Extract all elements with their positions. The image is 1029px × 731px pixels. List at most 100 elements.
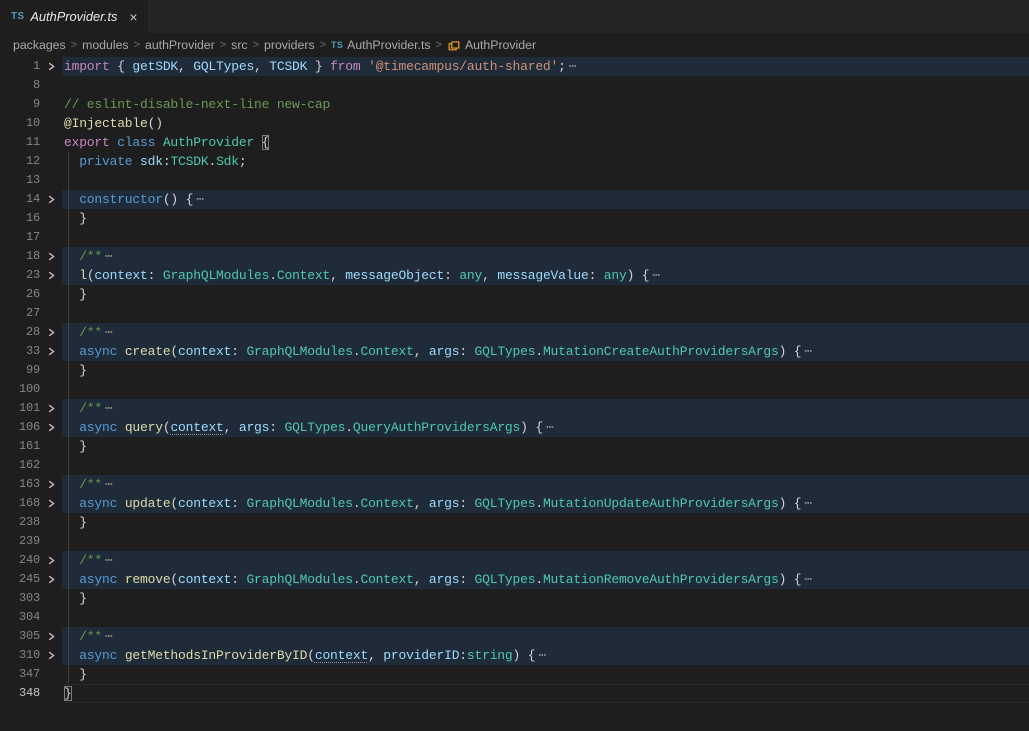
gutter-spacer: [40, 608, 62, 627]
code-text[interactable]: }: [62, 684, 1029, 703]
code-text[interactable]: async query(context, args: GQLTypes.Quer…: [62, 418, 1029, 437]
token: [64, 496, 79, 511]
vscode-window: TS AuthProvider.ts × packages > modules > au…: [0, 0, 1029, 731]
code-text[interactable]: }: [62, 513, 1029, 532]
line-number: 310: [0, 646, 40, 665]
code-text[interactable]: /**⋯: [62, 475, 1029, 494]
gutter-spacer: [40, 513, 62, 532]
breadcrumb-item-src[interactable]: src: [231, 38, 247, 52]
code-line-303: 303 }: [0, 589, 1029, 608]
close-icon[interactable]: ×: [129, 10, 137, 24]
code-text[interactable]: [62, 304, 1029, 323]
fold-chevron-icon[interactable]: [40, 570, 62, 589]
token: ) {: [627, 268, 650, 283]
breadcrumb-item-providers[interactable]: providers: [264, 38, 315, 52]
fold-chevron-icon[interactable]: [40, 190, 62, 209]
breadcrumb-item-packages[interactable]: packages: [13, 38, 66, 52]
line-number: 13: [0, 171, 40, 190]
fold-chevron-icon[interactable]: [40, 399, 62, 418]
code-line-238: 238 }: [0, 513, 1029, 532]
token: MutationRemoveAuthProvidersArgs: [543, 572, 779, 587]
token: .: [535, 344, 543, 359]
line-number: 11: [0, 133, 40, 152]
code-text[interactable]: /**⋯: [62, 323, 1029, 342]
token: :: [231, 496, 246, 511]
fold-chevron-icon[interactable]: [40, 475, 62, 494]
breadcrumb-item-authprovider[interactable]: authProvider: [145, 38, 215, 52]
token: (: [170, 496, 178, 511]
token: /**: [79, 477, 102, 492]
gutter-spacer: [40, 95, 62, 114]
token: }: [64, 667, 87, 682]
fold-chevron-icon[interactable]: [40, 418, 62, 437]
code-text[interactable]: async update(context: GraphQLModules.Con…: [62, 494, 1029, 513]
code-text[interactable]: import { getSDK, GQLTypes, TCSDK } from …: [62, 57, 1029, 76]
token: :: [148, 268, 163, 283]
fold-chevron-icon[interactable]: [40, 247, 62, 266]
code-text[interactable]: [62, 456, 1029, 475]
fold-chevron-icon[interactable]: [40, 494, 62, 513]
code-line-99: 99 }: [0, 361, 1029, 380]
typescript-file-icon: TS: [11, 11, 24, 22]
code-text[interactable]: // eslint-disable-next-line new-cap: [62, 95, 1029, 114]
code-text[interactable]: @Injectable(): [62, 114, 1029, 133]
code-line-106: 106 async query(context, args: GQLTypes.…: [0, 418, 1029, 437]
code-text[interactable]: [62, 76, 1029, 95]
token: :: [231, 344, 246, 359]
breadcrumb-separator-icon: >: [71, 39, 77, 51]
code-text[interactable]: private sdk:TCSDK.Sdk;: [62, 152, 1029, 171]
code-text[interactable]: [62, 171, 1029, 190]
token: ⋯: [538, 648, 546, 663]
code-text[interactable]: }: [62, 589, 1029, 608]
code-text[interactable]: }: [62, 665, 1029, 684]
code-text[interactable]: [62, 608, 1029, 627]
token: /**: [79, 629, 102, 644]
code-text[interactable]: [62, 532, 1029, 551]
fold-chevron-icon[interactable]: [40, 627, 62, 646]
breadcrumb-separator-icon: >: [320, 39, 326, 51]
token: TCSDK: [269, 59, 307, 74]
code-editor[interactable]: 1import { getSDK, GQLTypes, TCSDK } from…: [0, 57, 1029, 731]
breadcrumb-item-authprovider[interactable]: AuthProvider: [447, 38, 536, 52]
code-text[interactable]: }: [62, 209, 1029, 228]
code-text[interactable]: /**⋯: [62, 399, 1029, 418]
code-text[interactable]: /**⋯: [62, 247, 1029, 266]
fold-chevron-icon[interactable]: [40, 323, 62, 342]
code-text[interactable]: [62, 228, 1029, 247]
line-number: 26: [0, 285, 40, 304]
token: }: [64, 515, 87, 530]
code-text[interactable]: /**⋯: [62, 551, 1029, 570]
token: [64, 249, 79, 264]
matched-bracket: {: [262, 135, 270, 150]
breadcrumb-item-modules[interactable]: modules: [82, 38, 128, 52]
token: context: [170, 420, 223, 435]
code-text[interactable]: async getMethodsInProviderByID(context, …: [62, 646, 1029, 665]
code-text[interactable]: }: [62, 437, 1029, 456]
fold-chevron-icon[interactable]: [40, 57, 62, 76]
code-line-310: 310 async getMethodsInProviderByID(conte…: [0, 646, 1029, 665]
code-text[interactable]: async create(context: GraphQLModules.Con…: [62, 342, 1029, 361]
gutter-spacer: [40, 114, 62, 133]
fold-chevron-icon[interactable]: [40, 646, 62, 665]
code-line-163: 163 /**⋯: [0, 475, 1029, 494]
fold-chevron-icon[interactable]: [40, 551, 62, 570]
code-text[interactable]: }: [62, 361, 1029, 380]
token: string: [467, 648, 513, 663]
line-number: 23: [0, 266, 40, 285]
code-text[interactable]: [62, 380, 1029, 399]
token: () {: [163, 192, 193, 207]
token: sdk: [140, 154, 163, 169]
code-line-168: 168 async update(context: GraphQLModules…: [0, 494, 1029, 513]
fold-chevron-icon[interactable]: [40, 342, 62, 361]
token: (: [170, 344, 178, 359]
code-text[interactable]: export class AuthProvider {: [62, 133, 1029, 152]
code-text[interactable]: async remove(context: GraphQLModules.Con…: [62, 570, 1029, 589]
code-text[interactable]: constructor() {⋯: [62, 190, 1029, 209]
fold-chevron-icon[interactable]: [40, 266, 62, 285]
breadcrumb-item-authprovider-ts[interactable]: TSAuthProvider.ts: [331, 38, 431, 52]
code-text[interactable]: }: [62, 285, 1029, 304]
code-text[interactable]: l(context: GraphQLModules.Context, messa…: [62, 266, 1029, 285]
tab-authprovider-ts[interactable]: TS AuthProvider.ts ×: [0, 0, 148, 33]
code-line-17: 17: [0, 228, 1029, 247]
code-text[interactable]: /**⋯: [62, 627, 1029, 646]
